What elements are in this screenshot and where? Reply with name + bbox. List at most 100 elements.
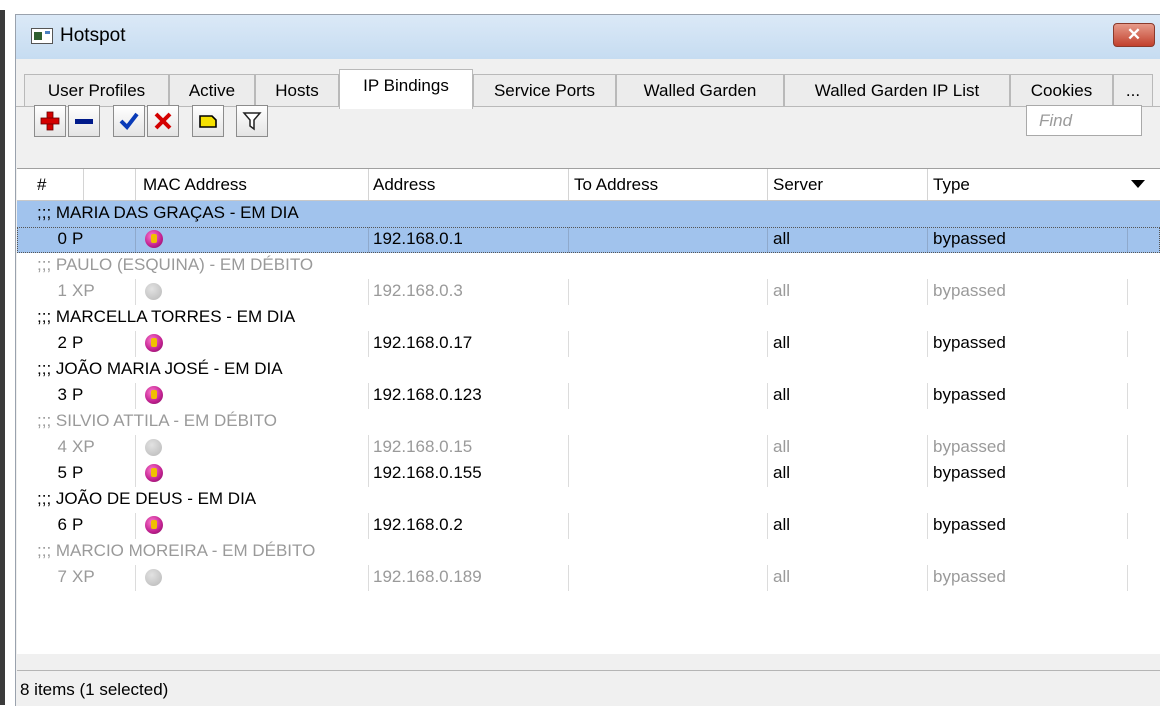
comment-row[interactable]: ;;; MARCIO MOREIRA - EM DÉBITO <box>17 539 1160 565</box>
col-server[interactable]: Server <box>773 175 823 195</box>
status-bar: 8 items (1 selected) <box>17 670 1160 706</box>
row-server: all <box>773 281 791 300</box>
row-address: 192.168.0.2 <box>373 515 463 534</box>
col-number[interactable]: # <box>37 175 46 195</box>
tab-service-ports[interactable]: Service Ports <box>473 74 616 107</box>
dynamic-icon <box>145 516 163 534</box>
row-flags: P <box>72 463 84 482</box>
note-icon <box>199 115 217 128</box>
row-type: bypassed <box>933 463 1006 482</box>
add-button[interactable] <box>34 105 66 137</box>
comment-text: ;;; JOÃO MARIA JOSÉ - EM DIA <box>37 359 283 378</box>
col-to-address[interactable]: To Address <box>574 175 658 195</box>
row-address: 192.168.0.123 <box>373 385 482 404</box>
tab-walled-garden-ip-list[interactable]: Walled Garden IP List <box>784 74 1010 107</box>
comment-text: ;;; MARIA DAS GRAÇAS - EM DIA <box>37 203 299 222</box>
row-flags: XP <box>72 281 95 300</box>
row-type: bypassed <box>933 515 1006 534</box>
table-row[interactable]: 4 XP 192.168.0.15 all bypassed <box>17 435 1160 461</box>
row-type: bypassed <box>933 281 1006 300</box>
check-icon <box>119 112 139 131</box>
row-address: 192.168.0.1 <box>373 229 463 248</box>
row-server: all <box>773 437 791 456</box>
title-bar[interactable]: Hotspot ✕ <box>16 15 1160 59</box>
col-address[interactable]: Address <box>373 175 435 195</box>
row-number: 5 <box>57 463 67 482</box>
row-address: 192.168.0.17 <box>373 333 473 352</box>
comment-row[interactable]: ;;; JOÃO DE DEUS - EM DIA <box>17 487 1160 513</box>
comment-row[interactable]: ;;; MARCELLA TORRES - EM DIA <box>17 305 1160 331</box>
disabled-icon <box>145 569 162 586</box>
ip-bindings-table: # MAC Address Address To Address Server … <box>17 168 1160 654</box>
row-server: all <box>773 229 791 248</box>
table-row[interactable]: 5 P 192.168.0.155 all bypassed <box>17 461 1160 487</box>
comment-row[interactable]: ;;; JOÃO MARIA JOSÉ - EM DIA <box>17 357 1160 383</box>
row-address: 192.168.0.3 <box>373 281 463 300</box>
comment-row[interactable]: ;;; SILVIO ATTILA - EM DÉBITO <box>17 409 1160 435</box>
row-type: bypassed <box>933 229 1006 248</box>
row-number: 6 <box>57 515 67 534</box>
plus-icon <box>40 111 60 131</box>
tab-bar: User Profiles Active Hosts IP Bindings S… <box>16 69 1160 109</box>
row-flags: P <box>72 333 84 352</box>
row-server: all <box>773 567 791 586</box>
table-row[interactable]: 1 XP 192.168.0.3 all bypassed <box>17 279 1160 305</box>
tab-more[interactable]: ... <box>1113 74 1153 107</box>
table-row[interactable]: 2 P 192.168.0.17 all bypassed <box>17 331 1160 357</box>
comment-text: ;;; MARCIO MOREIRA - EM DÉBITO <box>37 541 316 560</box>
col-type[interactable]: Type <box>933 175 970 195</box>
tab-active[interactable]: Active <box>169 74 255 107</box>
column-menu-arrow-icon[interactable] <box>1131 180 1145 188</box>
dynamic-icon <box>145 464 163 482</box>
window-icon <box>31 28 53 44</box>
tab-ip-bindings[interactable]: IP Bindings <box>339 69 473 109</box>
tab-walled-garden[interactable]: Walled Garden <box>616 74 784 107</box>
filter-icon <box>242 112 262 131</box>
status-text: 8 items (1 selected) <box>20 680 169 699</box>
find-input[interactable]: Find <box>1026 105 1142 136</box>
row-flags: P <box>72 229 84 248</box>
table-row[interactable]: 6 P 192.168.0.2 all bypassed <box>17 513 1160 539</box>
row-number: 1 <box>57 281 67 300</box>
enable-button[interactable] <box>113 105 145 137</box>
close-button[interactable]: ✕ <box>1113 23 1155 47</box>
comment-text: ;;; MARCELLA TORRES - EM DIA <box>37 307 296 326</box>
row-address: 192.168.0.189 <box>373 567 482 586</box>
row-server: all <box>773 515 791 534</box>
dynamic-icon <box>145 230 163 248</box>
background-window-edge <box>0 10 5 705</box>
comment-text: ;;; PAULO (ESQUINA) - EM DÉBITO <box>37 255 314 274</box>
row-number: 0 <box>57 229 67 248</box>
col-mac-address[interactable]: MAC Address <box>143 175 247 195</box>
x-icon <box>154 112 172 130</box>
remove-button[interactable] <box>68 105 100 137</box>
tab-hosts[interactable]: Hosts <box>255 74 339 107</box>
row-type: bypassed <box>933 567 1006 586</box>
row-flags: P <box>72 385 84 404</box>
comment-row[interactable]: ;;; PAULO (ESQUINA) - EM DÉBITO <box>17 253 1160 279</box>
disable-button[interactable] <box>147 105 179 137</box>
tab-cookies[interactable]: Cookies <box>1010 74 1113 107</box>
table-header: # MAC Address Address To Address Server … <box>17 169 1160 201</box>
row-number: 2 <box>57 333 67 352</box>
comment-text: ;;; JOÃO DE DEUS - EM DIA <box>37 489 257 508</box>
table-row[interactable]: 7 XP 192.168.0.189 all bypassed <box>17 565 1160 591</box>
row-server: all <box>773 385 791 404</box>
row-server: all <box>773 333 791 352</box>
comment-text: ;;; SILVIO ATTILA - EM DÉBITO <box>37 411 277 430</box>
row-flags: P <box>72 515 84 534</box>
dynamic-icon <box>145 334 163 352</box>
comment-button[interactable] <box>192 105 224 137</box>
row-type: bypassed <box>933 333 1006 352</box>
table-row[interactable]: 0 P 192.168.0.1 all bypassed <box>17 227 1160 253</box>
minus-icon <box>75 119 93 124</box>
row-number: 4 <box>57 437 67 456</box>
row-type: bypassed <box>933 385 1006 404</box>
filter-button[interactable] <box>236 105 268 137</box>
tab-user-profiles[interactable]: User Profiles <box>24 74 169 107</box>
comment-row[interactable]: ;;; MARIA DAS GRAÇAS - EM DIA <box>17 201 1160 227</box>
row-address: 192.168.0.155 <box>373 463 482 482</box>
row-server: all <box>773 463 791 482</box>
table-row[interactable]: 3 P 192.168.0.123 all bypassed <box>17 383 1160 409</box>
row-type: bypassed <box>933 437 1006 456</box>
